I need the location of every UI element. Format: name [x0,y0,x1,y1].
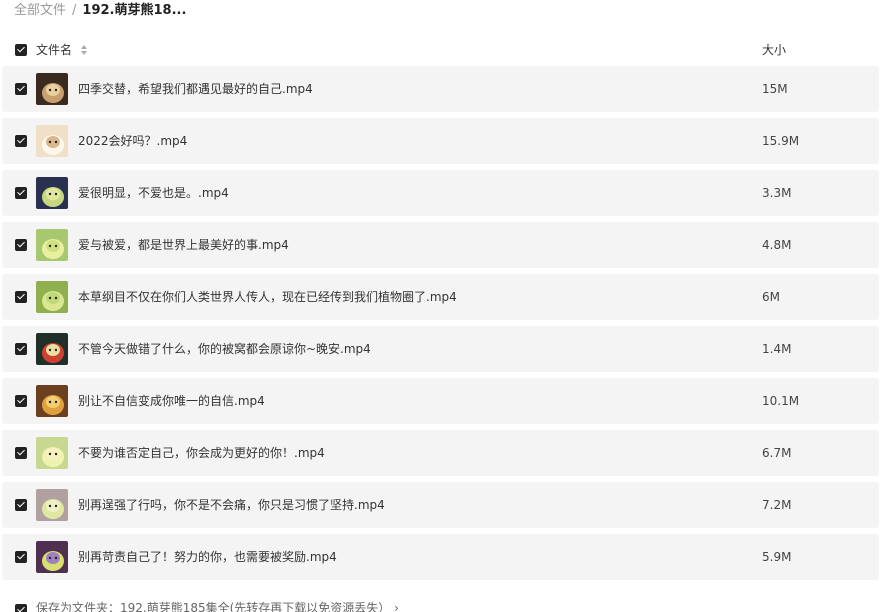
file-row[interactable]: 别再苛责自己了！努力的你，也需要被奖励.mp4 5.9M [2,534,879,580]
file-checkbox[interactable] [15,551,27,563]
file-size: 3.3M [762,186,792,200]
file-name[interactable]: 爱与被爱，都是世界上最美好的事.mp4 [78,235,289,255]
file-size: 15M [762,82,788,96]
file-name[interactable]: 四季交替，希望我们都遇见最好的自己.mp4 [78,79,313,99]
breadcrumb: 全部文件 / 192.萌芽熊18... [14,2,186,20]
file-size: 10.1M [762,394,800,408]
video-thumbnail-icon [36,73,68,105]
file-checkbox[interactable] [15,343,27,355]
video-thumbnail-icon [36,281,68,313]
video-thumbnail-icon [36,229,68,261]
file-checkbox[interactable] [15,239,27,251]
video-thumbnail-icon [36,385,68,417]
file-size: 5.9M [762,550,792,564]
file-checkbox[interactable] [15,83,27,95]
file-name[interactable]: 本草纲目不仅在你们人类世界人传人，现在已经传到我们植物圈了.mp4 [78,287,457,307]
breadcrumb-current-folder: 192.萌芽熊18... [82,3,187,18]
file-size: 6M [762,290,780,304]
select-all-checkbox[interactable] [15,44,27,56]
save-folder-checkbox[interactable] [15,604,27,612]
file-row[interactable]: 爱很明显，不爱也是。.mp4 3.3M [2,170,879,216]
video-thumbnail-icon [36,437,68,469]
file-checkbox[interactable] [15,395,27,407]
file-row[interactable]: 不要为谁否定自己，你会成为更好的你！.mp4 6.7M [2,430,879,476]
save-folder-bar: 保存为文件夹：192.萌芽熊185集全(先转存再下载以免资源丢失） › [0,598,881,612]
file-size: 1.4M [762,342,792,356]
file-checkbox[interactable] [15,499,27,511]
file-checkbox[interactable] [15,447,27,459]
file-row[interactable]: 别再逞强了行吗，你不是不会痛，你只是习惯了坚持.mp4 7.2M [2,482,879,528]
video-thumbnail-icon [36,125,68,157]
file-size: 4.8M [762,238,792,252]
file-name[interactable]: 不管今天做错了什么，你的被窝都会原谅你~晚安.mp4 [78,339,371,359]
video-thumbnail-icon [36,333,68,365]
sort-icon[interactable] [80,44,88,56]
file-list-header: 文件名 大小 [0,36,881,64]
file-row[interactable]: 爱与被爱，都是世界上最美好的事.mp4 4.8M [2,222,879,268]
file-row[interactable]: 本草纲目不仅在你们人类世界人传人，现在已经传到我们植物圈了.mp4 6M [2,274,879,320]
column-header-size: 大小 [762,43,787,57]
save-folder-path[interactable]: 保存为文件夹：192.萌芽熊185集全(先转存再下载以免资源丢失） › [36,600,399,612]
file-checkbox[interactable] [15,187,27,199]
video-thumbnail-icon [36,541,68,573]
column-header-filename[interactable]: 文件名 [36,40,72,60]
file-name[interactable]: 爱很明显，不爱也是。.mp4 [78,183,229,203]
file-row[interactable]: 四季交替，希望我们都遇见最好的自己.mp4 15M [2,66,879,112]
file-row[interactable]: 别让不自信变成你唯一的自信.mp4 10.1M [2,378,879,424]
breadcrumb-root-link[interactable]: 全部文件 [14,3,66,18]
file-name[interactable]: 2022会好吗？.mp4 [78,131,187,151]
file-checkbox[interactable] [15,135,27,147]
file-row[interactable]: 2022会好吗？.mp4 15.9M [2,118,879,164]
file-name[interactable]: 别再苛责自己了！努力的你，也需要被奖励.mp4 [78,547,337,567]
file-row[interactable]: 不管今天做错了什么，你的被窝都会原谅你~晚安.mp4 1.4M [2,326,879,372]
file-name[interactable]: 别让不自信变成你唯一的自信.mp4 [78,391,265,411]
video-thumbnail-icon [36,489,68,521]
breadcrumb-separator: / [72,3,77,18]
file-size: 6.7M [762,446,792,460]
file-name[interactable]: 不要为谁否定自己，你会成为更好的你！.mp4 [78,443,325,463]
file-checkbox[interactable] [15,291,27,303]
file-size: 7.2M [762,498,792,512]
file-name[interactable]: 别再逞强了行吗，你不是不会痛，你只是习惯了坚持.mp4 [78,495,385,515]
video-thumbnail-icon [36,177,68,209]
file-size: 15.9M [762,134,800,148]
